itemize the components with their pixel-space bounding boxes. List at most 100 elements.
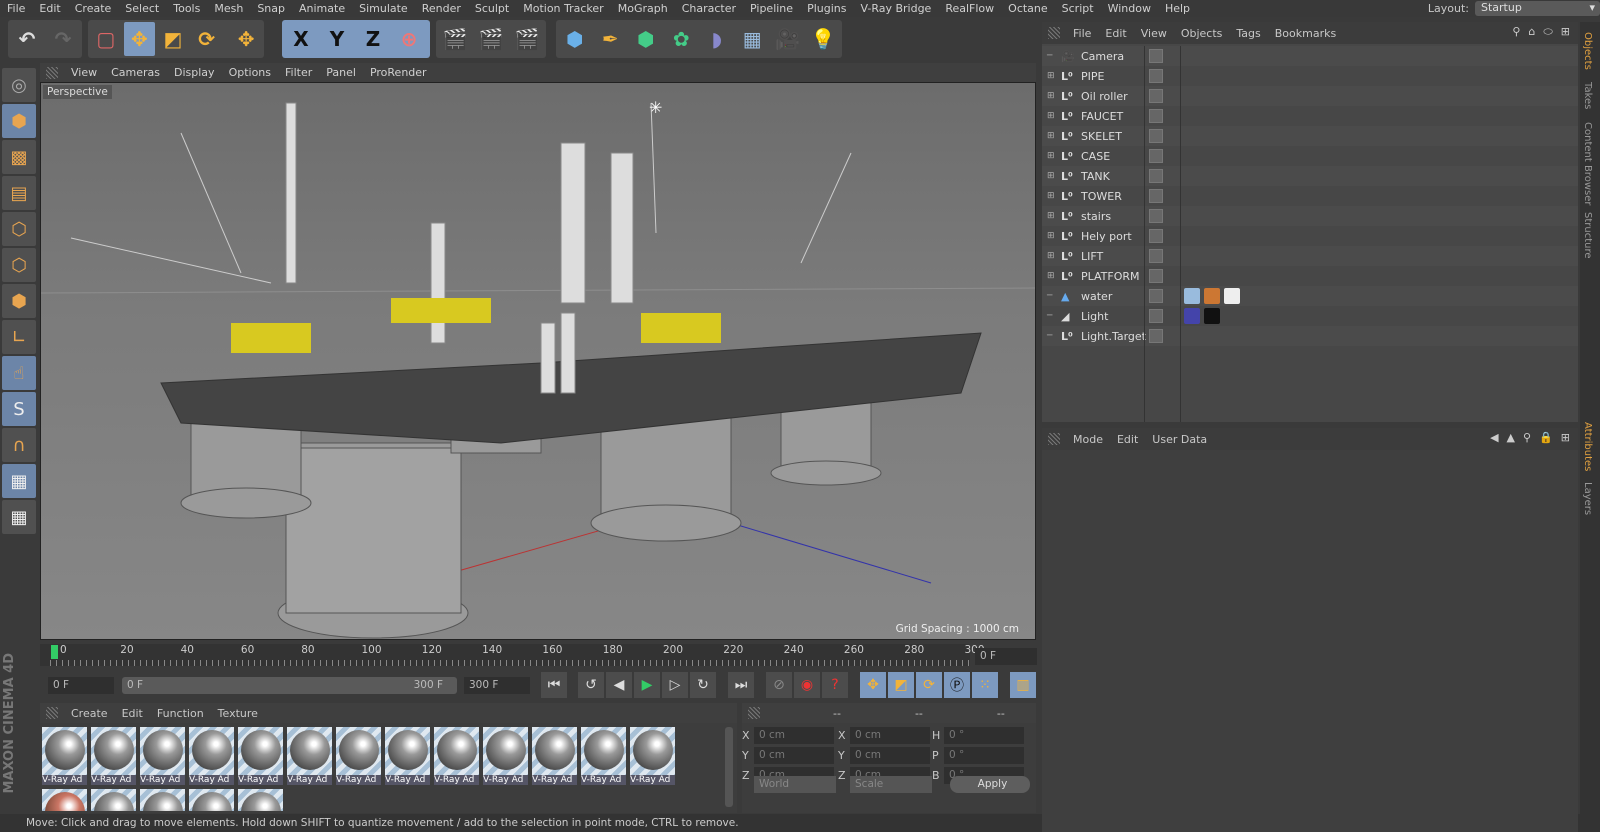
viewport-menu-panel[interactable]: Panel (319, 66, 363, 79)
side-tab-layers[interactable]: Layers (1582, 482, 1593, 515)
record-keys-icon[interactable]: ⊘ (766, 672, 792, 698)
menu-window[interactable]: Window (1101, 2, 1158, 15)
object-row[interactable]: ⊞ L⁰ Oil roller (1042, 86, 1578, 106)
world-dropdown[interactable]: World (754, 776, 836, 793)
attributes-menu-edit[interactable]: Edit (1110, 433, 1145, 446)
coord-field[interactable]: 0 cm (754, 727, 834, 744)
viewport-menu-options[interactable]: Options (222, 66, 278, 79)
visibility-toggle[interactable] (1149, 69, 1163, 83)
x-axis-lock-icon[interactable]: X (284, 22, 318, 56)
rotate-tool-icon[interactable]: ⟳ (191, 22, 223, 56)
expand-icon[interactable]: ⊞ (1047, 151, 1057, 161)
material-menu-edit[interactable]: Edit (115, 707, 150, 720)
deformer-icon[interactable]: ◗ (700, 22, 734, 56)
expand-icon[interactable]: ⊞ (1047, 271, 1057, 281)
tag-icon[interactable] (1184, 308, 1200, 324)
playhead[interactable] (51, 645, 58, 659)
object-row[interactable]: ⊞ L⁰ FAUCET (1042, 106, 1578, 126)
frame-range-slider[interactable]: 0 F 300 F (122, 677, 457, 694)
scale-dropdown[interactable]: Scale (850, 776, 932, 793)
menu-script[interactable]: Script (1055, 2, 1101, 15)
side-tab-content-browser[interactable]: Content Browser (1582, 122, 1593, 205)
link-icon[interactable]: ⬭ (1543, 25, 1552, 39)
side-tab-objects[interactable]: Objects (1582, 32, 1593, 70)
material-swatch[interactable]: V-Ray Ad (434, 727, 479, 785)
viewport-menu-cameras[interactable]: Cameras (104, 66, 167, 79)
material-swatch[interactable]: V-Ray Ad (336, 727, 381, 785)
visibility-toggle[interactable] (1149, 109, 1163, 123)
material-menu-function[interactable]: Function (150, 707, 211, 720)
world-coordinates-icon[interactable]: ⊕ (392, 22, 426, 56)
object-row[interactable]: ─ ▲ water (1042, 286, 1578, 306)
move-tool-icon[interactable]: ✥ (123, 22, 156, 56)
expand-icon[interactable]: ⊞ (1047, 71, 1057, 81)
menu-octane[interactable]: Octane (1001, 2, 1055, 15)
cube-icon[interactable]: ⬢ (558, 22, 592, 56)
prev-frame-icon[interactable]: ◀ (606, 672, 632, 698)
material-swatch[interactable]: V-Ray Ad (385, 727, 430, 785)
new-window-icon[interactable]: ⊞ (1561, 25, 1570, 39)
object-row[interactable]: ⊞ L⁰ PIPE (1042, 66, 1578, 86)
key-rotation-icon[interactable]: ⟳ (916, 672, 942, 698)
layout-selector[interactable]: Layout: Startup (1428, 0, 1600, 17)
render-settings-icon[interactable]: 🎬 (510, 22, 544, 56)
material-menu-texture[interactable]: Texture (211, 707, 265, 720)
objects-menu-view[interactable]: View (1134, 27, 1174, 40)
object-row[interactable]: ─ ◢ Light (1042, 306, 1578, 326)
menu-tools[interactable]: Tools (166, 2, 207, 15)
texture-mode-icon[interactable]: ▩ (2, 140, 36, 174)
material-swatch[interactable]: V-Ray Ad (581, 727, 626, 785)
coord-field[interactable]: 0 cm (850, 747, 930, 764)
key-pla-icon[interactable]: ⁙ (972, 672, 998, 698)
viewport-menu-display[interactable]: Display (167, 66, 222, 79)
back-arrow-icon[interactable]: ◀ (1490, 431, 1498, 444)
keyframe-selection-icon[interactable]: ? (822, 672, 848, 698)
workplane-lock-icon[interactable]: ▦ (2, 464, 36, 498)
undo-icon[interactable]: ↶ (10, 22, 44, 56)
object-row[interactable]: ─ L⁰ Light.Target (1042, 326, 1578, 346)
recent-tool-icon[interactable]: ✥ (230, 22, 262, 56)
menu-animate[interactable]: Animate (292, 2, 352, 15)
visibility-toggle[interactable] (1149, 269, 1163, 283)
menu-help[interactable]: Help (1158, 2, 1197, 15)
visibility-toggle[interactable] (1149, 309, 1163, 323)
lock-icon[interactable]: 🔒 (1539, 431, 1553, 444)
render-view-icon[interactable]: 🎬 (438, 22, 472, 56)
expand-icon[interactable]: ⊞ (1047, 91, 1057, 101)
menu-v-ray-bridge[interactable]: V-Ray Bridge (853, 2, 938, 15)
grid-snap-icon[interactable]: ▦ (2, 500, 36, 534)
key-position-icon[interactable]: ✥ (860, 672, 886, 698)
next-frame-icon[interactable]: ▷ (662, 672, 688, 698)
object-row[interactable]: ⊞ L⁰ TOWER (1042, 186, 1578, 206)
objects-menu-edit[interactable]: Edit (1098, 27, 1133, 40)
object-row[interactable]: ⊞ L⁰ PLATFORM (1042, 266, 1578, 286)
menu-edit[interactable]: Edit (32, 2, 67, 15)
search-icon[interactable]: ⚲ (1523, 431, 1531, 444)
new-window-icon[interactable]: ⊞ (1561, 431, 1570, 444)
object-row[interactable]: ⊞ L⁰ CASE (1042, 146, 1578, 166)
expand-icon[interactable]: ⊞ (1047, 111, 1057, 121)
points-mode-icon[interactable]: ⬡ (2, 212, 36, 246)
material-swatch[interactable]: V-Ray Ad (630, 727, 675, 785)
material-swatch[interactable]: V-Ray Ad (238, 727, 283, 785)
viewport-menu-prorender[interactable]: ProRender (363, 66, 434, 79)
polygons-mode-icon[interactable]: ⬢ (2, 284, 36, 318)
visibility-toggle[interactable] (1149, 189, 1163, 203)
expand-icon[interactable]: ⊞ (1047, 191, 1057, 201)
attributes-menu-mode[interactable]: Mode (1066, 433, 1110, 446)
material-swatch[interactable]: V-Ray Ad (532, 727, 577, 785)
tweak-mode-icon[interactable]: ☝ (2, 356, 36, 390)
viewport[interactable]: ✳ Perspective Grid Spacing : 1000 cm (40, 82, 1036, 640)
visibility-toggle[interactable] (1149, 289, 1163, 303)
object-row[interactable]: ─ 🎥 Camera (1042, 46, 1578, 66)
apply-button[interactable]: Apply (950, 776, 1030, 793)
camera-icon[interactable]: 🎥 (771, 22, 805, 56)
visibility-toggle[interactable] (1149, 89, 1163, 103)
tag-icon[interactable] (1184, 288, 1200, 304)
prev-key-icon[interactable]: ↺ (578, 672, 604, 698)
home-icon[interactable]: ⌂ (1528, 25, 1535, 39)
menu-mesh[interactable]: Mesh (207, 2, 250, 15)
visibility-toggle[interactable] (1149, 169, 1163, 183)
menu-select[interactable]: Select (118, 2, 166, 15)
subdivision-icon[interactable]: ⬢ (629, 22, 663, 56)
